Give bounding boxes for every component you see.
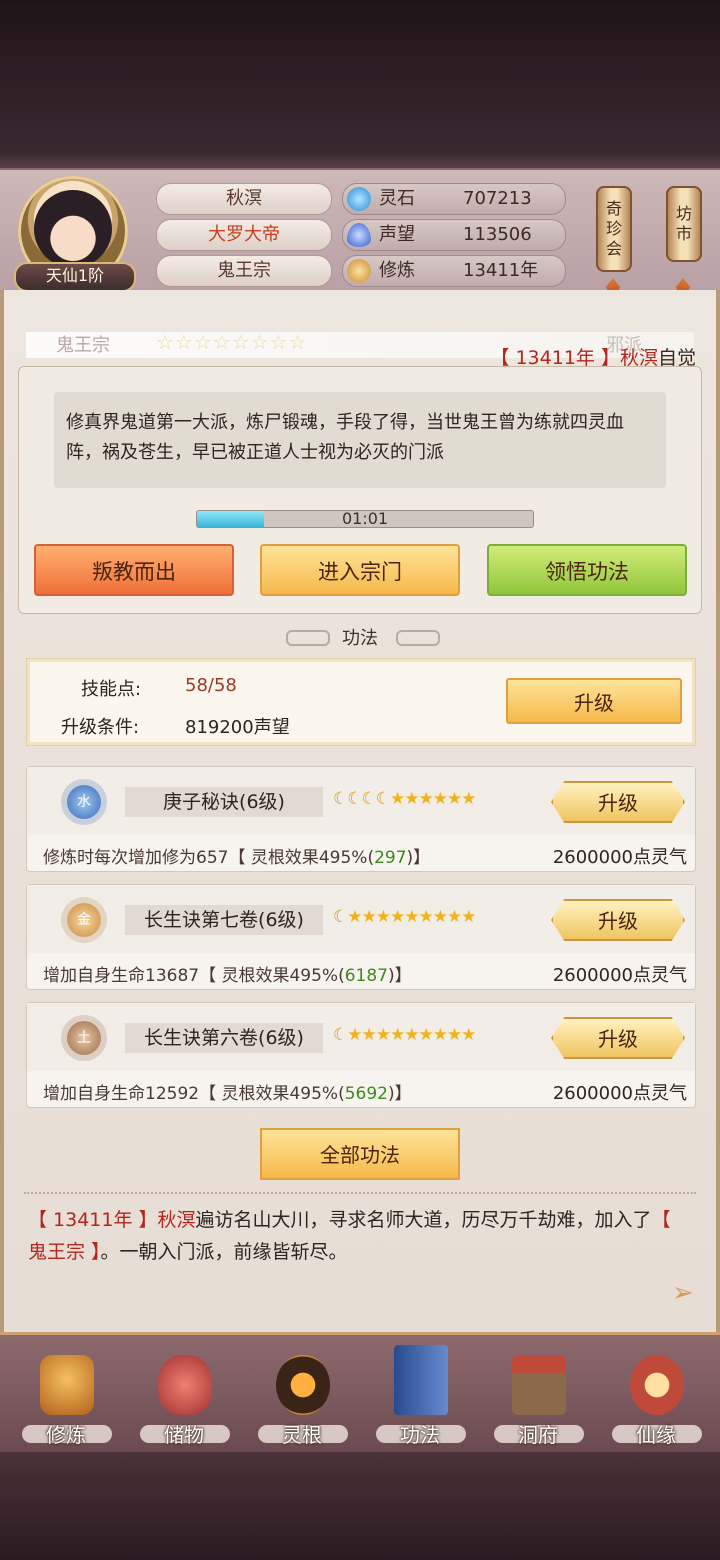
player-header: 天仙1阶 秋溟 大罗大帝 鬼王宗 灵石 707213 声望 113506 修炼 … [0,168,720,300]
event-log: 【 13411年 】秋溟遍访名山大川，寻求名师大道，历尽万千劫难，加入了【 鬼王… [28,1209,671,1263]
section-title: 功法 [342,628,378,649]
timer-bar: 01:01 [196,510,534,528]
technique-cost: 2600000点灵气 [552,965,687,986]
technique-header: 水 庚子秘诀(6级) ☾☾☾☾★★★★★★ 升级 [27,767,695,835]
bottom-nav: 修炼 储物 灵根 功法 洞府 仙缘 [0,1332,720,1455]
bottom-area [0,1452,720,1560]
sect-description: 修真界鬼道第一大派，炼尸锻魂，手段了得，当世鬼王曾为练就四灵血阵，祸及苍生，早已… [54,392,666,488]
timer-text: 01:01 [341,510,389,528]
cultivate-icon [40,1355,94,1415]
nav-spirit-root[interactable]: 灵根 [252,1341,352,1451]
resource-value: 707213 [463,188,532,209]
storage-bag-icon [158,1355,212,1415]
player-sect: 鬼王宗 [156,255,332,287]
immortal-fate-icon [630,1355,684,1415]
nav-cave[interactable]: 洞府 [488,1341,588,1451]
nav-cultivate[interactable]: 修炼 [16,1341,116,1451]
nav-immortal-fate[interactable]: 仙缘 [606,1341,706,1451]
treasure-market-button[interactable]: 奇珍会 [596,186,632,272]
technique-upgrade-button[interactable]: 升级 [551,781,685,823]
technique-rating: ☾☾☾☾★★★★★★ [333,789,476,809]
skill-points-label: 技能点: [81,679,142,700]
technique-effect: 增加自身生命12592【 灵根效果495%(5692)】 [43,1084,412,1104]
resource-label: 声望 [379,224,415,245]
player-title: 大罗大帝 [156,219,332,251]
rank-badge: 天仙1阶 [14,262,136,292]
spirit-root-icon [276,1355,330,1415]
technique-cost: 2600000点灵气 [552,847,687,868]
next-arrow-icon[interactable]: ➢ [672,1278,700,1308]
resource-label: 灵石 [379,188,415,209]
nav-label: 洞府 [518,1423,558,1447]
technique-book-icon [394,1345,448,1415]
resource-value: 13411年 [463,260,539,281]
cultivation-figure-icon [347,259,371,283]
technique-upgrade-button[interactable]: 升级 [551,1017,685,1059]
cave-house-icon [512,1355,566,1415]
technique-name: 长生诀第六卷(6级) [125,1023,323,1053]
technique-header: 金 长生诀第七卷(6级) ☾★★★★★★★★★ 升级 [27,885,695,953]
spirit-stone-icon [347,187,371,211]
market-button[interactable]: 坊市 [666,186,702,262]
skill-points-value: 58/58 [185,675,237,696]
sect-rating-stars: ☆☆☆☆☆☆☆☆ [156,330,308,354]
ornament-divider [24,1192,696,1198]
nav-label: 灵根 [282,1423,322,1447]
technique-card: 金 长生诀第七卷(6级) ☾★★★★★★★★★ 升级 增加自身生命13687【 … [26,884,696,990]
technique-effect: 修炼时每次增加修为657【 灵根效果495%(297)】 [43,848,431,868]
reputation-crystal-icon [347,223,371,247]
metal-element-icon: 金 [67,903,101,937]
sect-name-faded: 鬼王宗 [56,335,110,356]
water-element-icon: 水 [67,785,101,819]
nav-storage[interactable]: 储物 [134,1341,234,1451]
technique-card: 土 长生诀第六卷(6级) ☾★★★★★★★★★ 升级 增加自身生命12592【 … [26,1002,696,1108]
technique-header: 土 长生诀第六卷(6级) ☾★★★★★★★★★ 升级 [27,1003,695,1071]
technique-upgrade-button[interactable]: 升级 [551,899,685,941]
earth-element-icon: 土 [67,1021,101,1055]
skill-upgrade-button[interactable]: 升级 [506,678,682,724]
nav-technique[interactable]: 功法 [370,1341,470,1451]
upgrade-condition-value: 819200声望 [185,717,290,738]
avatar-portrait [34,190,112,268]
nav-label: 功法 [400,1423,440,1447]
nav-label: 修炼 [46,1423,86,1447]
technique-name: 庚子秘诀(6级) [125,787,323,817]
betray-sect-button[interactable]: 叛教而出 [34,544,234,596]
nav-label: 储物 [164,1423,204,1447]
technique-effect: 增加自身生命13687【 灵根效果495%(6187)】 [43,966,412,986]
all-techniques-button[interactable]: 全部功法 [260,1128,460,1180]
enter-sect-button[interactable]: 进入宗门 [260,544,460,596]
upgrade-condition-label: 升级条件: [61,717,140,738]
resource-reputation: 声望 113506 [342,219,566,251]
top-status-area [0,0,720,168]
technique-rating: ☾★★★★★★★★★ [333,1025,476,1045]
nav-label: 仙缘 [636,1423,676,1447]
resource-label: 修炼 [379,260,415,281]
technique-card: 水 庚子秘诀(6级) ☾☾☾☾★★★★★★ 升级 修炼时每次增加修为657【 灵… [26,766,696,872]
resource-cultivation: 修炼 13411年 [342,255,566,287]
technique-cost: 2600000点灵气 [552,1083,687,1104]
ornament-right-icon [396,630,440,646]
technique-name: 长生诀第七卷(6级) [125,905,323,935]
resource-spirit-stone: 灵石 707213 [342,183,566,215]
player-name: 秋溟 [156,183,332,215]
resource-value: 113506 [463,224,532,245]
learn-technique-button[interactable]: 领悟功法 [487,544,687,596]
technique-rating: ☾★★★★★★★★★ [333,907,476,927]
